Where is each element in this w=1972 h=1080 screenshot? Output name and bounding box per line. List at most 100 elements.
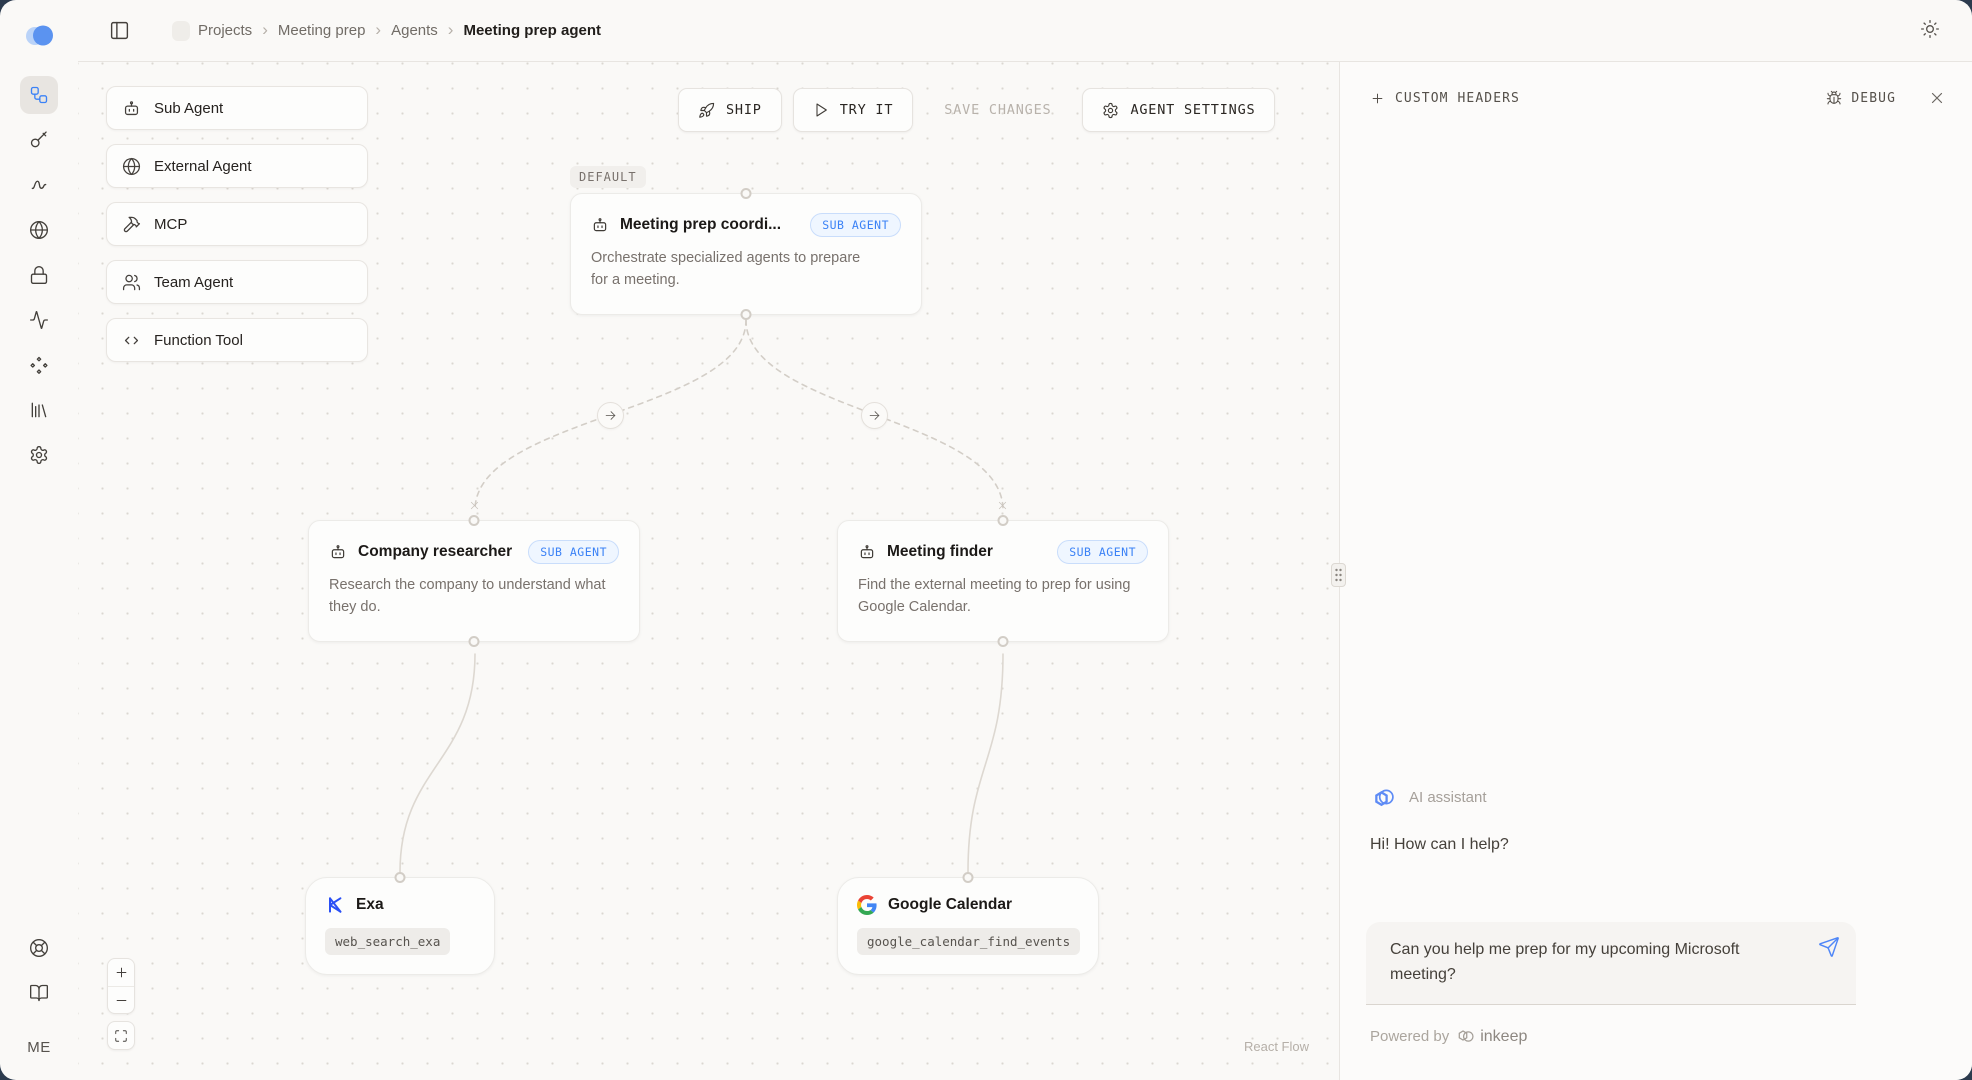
hammer-icon: [122, 215, 141, 234]
edge-researcher-exa: [400, 654, 475, 872]
plus-icon: [1370, 91, 1385, 106]
palette-item-sub-agent[interactable]: Sub Agent: [106, 86, 368, 130]
inkeep-mark-icon: [1456, 1027, 1475, 1046]
breadcrumb-agents[interactable]: Agents: [391, 22, 438, 39]
node-meeting-prep-coordinator[interactable]: Meeting prep coordi... SUB AGENT Orchest…: [570, 193, 922, 315]
breadcrumb: Projects › Meeting prep › Agents › Meeti…: [198, 21, 601, 40]
book-open-icon: [29, 983, 49, 1003]
users-icon: [122, 273, 141, 292]
key-icon: [29, 130, 49, 150]
rail-item-workflow[interactable]: [20, 76, 58, 114]
chat-input-container: Can you help me prep for my upcoming Mic…: [1366, 922, 1856, 1005]
exa-logo-icon: [325, 895, 345, 915]
sidebar-toggle-button[interactable]: [102, 14, 136, 48]
theme-toggle-button[interactable]: [1920, 19, 1940, 39]
shapes-icon: [29, 355, 49, 375]
ship-button-label: SHIP: [726, 102, 762, 118]
rail-item-security[interactable]: [20, 256, 58, 294]
canvas-toolbar: SHIP TRY IT SAVE CHANGES AGENT SETTINGS: [678, 88, 1275, 132]
palette-item-label: Function Tool: [154, 332, 243, 349]
zoom-controls: [107, 958, 135, 1050]
powered-by-inkeep-link[interactable]: Powered by inkeep: [1370, 1027, 1527, 1046]
breadcrumb-projects[interactable]: Projects: [198, 22, 252, 39]
assistant-header: AI assistant: [1370, 784, 1487, 810]
save-changes-button-label: SAVE CHANGES: [944, 102, 1051, 118]
rail-item-keys[interactable]: [20, 121, 58, 159]
save-changes-button[interactable]: SAVE CHANGES: [924, 88, 1071, 132]
rail-item-docs[interactable]: [20, 974, 58, 1012]
powered-by-label: Powered by: [1370, 1028, 1449, 1045]
node-handle-bottom[interactable]: [998, 636, 1009, 647]
globe-icon: [122, 157, 141, 176]
debug-button[interactable]: DEBUG: [1826, 90, 1896, 106]
palette-item-label: External Agent: [154, 158, 252, 175]
node-google-calendar-tool[interactable]: Google Calendar google_calendar_find_eve…: [837, 877, 1099, 975]
bot-icon: [122, 99, 141, 118]
breadcrumb-separator: ›: [375, 21, 381, 40]
breadcrumb-project-name[interactable]: Meeting prep: [278, 22, 366, 39]
inkeep-assistant-logo: [1370, 784, 1396, 810]
rail-item-settings[interactable]: [20, 436, 58, 474]
sun-icon: [1920, 19, 1940, 39]
panel-resize-handle[interactable]: [1331, 563, 1346, 587]
palette-item-team-agent[interactable]: Team Agent: [106, 260, 368, 304]
node-handle-bottom[interactable]: [741, 309, 752, 320]
graph-canvas[interactable]: Sub Agent External Agent MCP Team Agent …: [78, 62, 1339, 1080]
edge-endpoint-marker: [997, 500, 1008, 511]
rail-item-help[interactable]: [20, 929, 58, 967]
node-handle-bottom[interactable]: [469, 636, 480, 647]
node-handle-top[interactable]: [998, 515, 1009, 526]
rail-item-library[interactable]: [20, 391, 58, 429]
node-handle-top[interactable]: [741, 188, 752, 199]
agent-settings-button[interactable]: AGENT SETTINGS: [1082, 88, 1275, 132]
node-handle-top[interactable]: [963, 872, 974, 883]
node-title: Company researcher: [358, 543, 512, 561]
google-logo-icon: [857, 895, 877, 915]
zoom-out-button[interactable]: [108, 986, 134, 1013]
rail-item-components[interactable]: [20, 346, 58, 384]
ship-button[interactable]: SHIP: [678, 88, 782, 132]
close-icon: [1928, 89, 1946, 107]
user-avatar[interactable]: ME: [21, 1033, 57, 1062]
react-flow-attribution: React Flow: [1244, 1039, 1309, 1054]
try-it-button-label: TRY IT: [840, 102, 894, 118]
default-agent-badge: DEFAULT: [570, 166, 646, 188]
arrow-right-icon: [604, 409, 617, 422]
node-company-researcher[interactable]: Company researcher SUB AGENT Research th…: [308, 520, 640, 642]
rail-item-network[interactable]: [20, 211, 58, 249]
lock-icon: [29, 265, 49, 285]
bot-icon: [329, 543, 347, 561]
chat-side-panel: CUSTOM HEADERS DEBUG AI assistant Hi! Ho…: [1339, 62, 1972, 1080]
node-title: Exa: [356, 896, 384, 914]
node-meeting-finder[interactable]: Meeting finder SUB AGENT Find the extern…: [837, 520, 1169, 642]
close-panel-button[interactable]: [1928, 89, 1946, 107]
fit-view-button[interactable]: [108, 1022, 134, 1049]
zoom-in-button[interactable]: [108, 959, 134, 986]
node-exa-tool[interactable]: Exa web_search_exa: [305, 877, 495, 975]
bot-icon: [591, 216, 609, 234]
chat-input[interactable]: Can you help me prep for my upcoming Mic…: [1390, 937, 1794, 987]
node-handle-top[interactable]: [395, 872, 406, 883]
node-handle-top[interactable]: [469, 515, 480, 526]
code-icon: [122, 331, 141, 350]
sub-agent-badge: SUB AGENT: [810, 213, 901, 237]
palette-item-external-agent[interactable]: External Agent: [106, 144, 368, 188]
node-title: Meeting prep coordi...: [620, 216, 781, 234]
activity-icon: [29, 310, 49, 330]
palette-item-label: Sub Agent: [154, 100, 223, 117]
rail-item-activity[interactable]: [20, 301, 58, 339]
send-button[interactable]: [1818, 936, 1840, 958]
custom-headers-button[interactable]: CUSTOM HEADERS: [1370, 91, 1520, 106]
try-it-button[interactable]: TRY IT: [793, 88, 914, 132]
life-buoy-icon: [29, 938, 49, 958]
palette-item-mcp[interactable]: MCP: [106, 202, 368, 246]
palette-item-label: Team Agent: [154, 274, 233, 291]
rail-item-credentials[interactable]: [20, 166, 58, 204]
inkeep-brand-label: inkeep: [1480, 1028, 1527, 1046]
scribble-icon: [29, 175, 49, 195]
agent-builder-app: ME Projects › Meeting prep › Agents › Me…: [0, 0, 1972, 1080]
chat-panel-header: CUSTOM HEADERS DEBUG: [1370, 82, 1946, 114]
palette-item-function-tool[interactable]: Function Tool: [106, 318, 368, 362]
bot-icon: [858, 543, 876, 561]
play-icon: [813, 102, 829, 118]
